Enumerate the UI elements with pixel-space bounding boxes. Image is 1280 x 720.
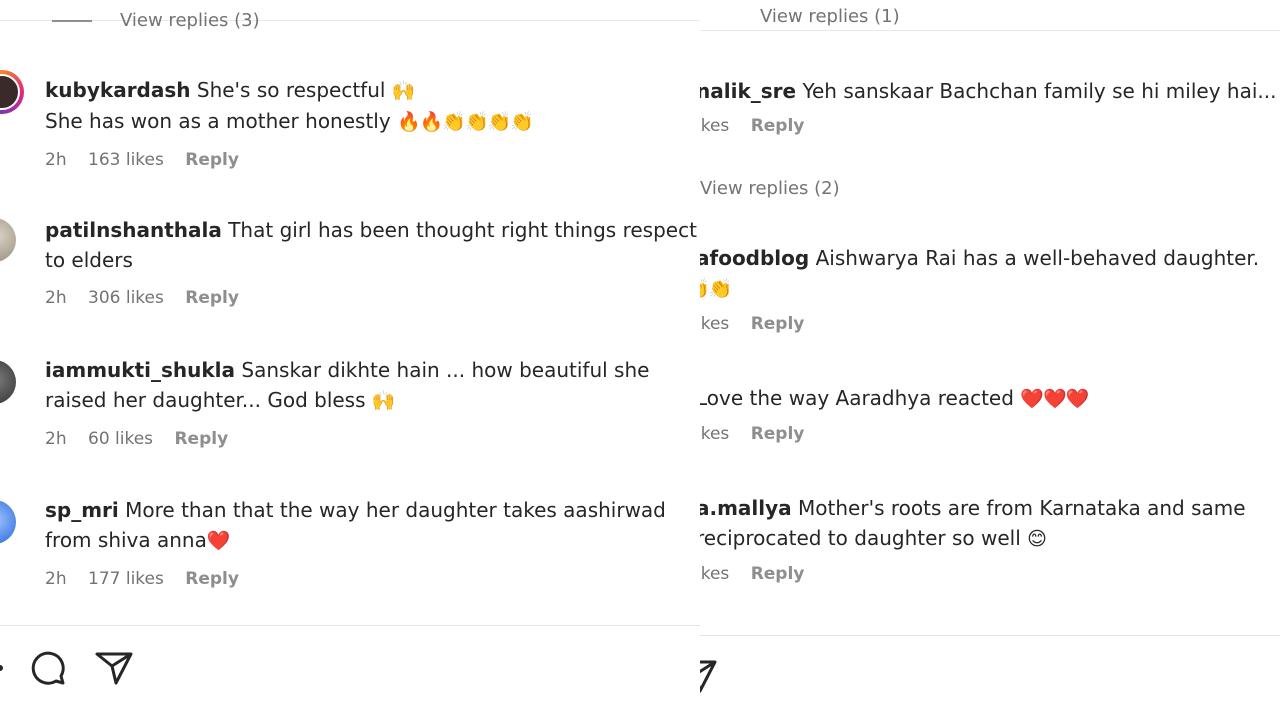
avatar[interactable] bbox=[0, 218, 16, 262]
comment-item: afoodblog Aishwarya Rai has a well-behav… bbox=[700, 243, 1259, 334]
reply-button[interactable]: Reply bbox=[174, 429, 228, 449]
comment-meta: ikes Reply bbox=[700, 564, 1246, 584]
comment-text: kubykardash She's so respectful 🙌 bbox=[45, 78, 415, 102]
comment-username[interactable]: kubykardash bbox=[45, 78, 191, 102]
reply-button[interactable]: Reply bbox=[751, 424, 805, 444]
view-replies-button[interactable]: View replies (1) bbox=[760, 6, 900, 27]
comment-username[interactable]: sp_mri bbox=[45, 498, 119, 522]
reply-button[interactable]: Reply bbox=[751, 564, 805, 584]
comment-meta: 2h 177 likes Reply bbox=[45, 569, 666, 589]
comment-likes[interactable]: ikes bbox=[700, 424, 729, 444]
reply-button[interactable]: Reply bbox=[185, 288, 239, 308]
avatar[interactable] bbox=[0, 500, 16, 544]
comment-likes[interactable]: 306 likes bbox=[88, 288, 164, 308]
top-divider bbox=[700, 30, 1280, 31]
comment-meta: ikes Reply bbox=[700, 314, 1259, 334]
comment-meta: 2h 163 likes Reply bbox=[45, 150, 533, 170]
replies-dash bbox=[52, 20, 92, 22]
comment-item: kubykardash She's so respectful 🙌 She ha… bbox=[45, 75, 534, 170]
comment-likes[interactable]: ikes bbox=[700, 314, 729, 334]
comment-likes[interactable]: 163 likes bbox=[88, 150, 164, 170]
comment-likes[interactable]: ikes bbox=[700, 564, 729, 584]
comment-meta: ikes Reply bbox=[700, 116, 1276, 136]
actions-divider bbox=[700, 635, 1280, 636]
comment-username[interactable]: patilnshanthala bbox=[45, 218, 222, 242]
comment-meta: ikes Reply bbox=[700, 424, 1088, 444]
dot-icon bbox=[0, 665, 3, 671]
reply-button[interactable]: Reply bbox=[751, 314, 805, 334]
comment-meta: 2h 60 likes Reply bbox=[45, 429, 649, 449]
avatar[interactable] bbox=[0, 70, 24, 114]
comment-username[interactable]: iammukti_shukla bbox=[45, 358, 235, 382]
reply-button[interactable]: Reply bbox=[185, 569, 239, 589]
actions-divider bbox=[0, 625, 700, 626]
comment-likes[interactable]: 60 likes bbox=[88, 429, 153, 449]
comment-item: iammukti_shukla Sanskar dikhte hain ... … bbox=[45, 358, 650, 449]
comment-item: a.mallya Mother's roots are from Karnata… bbox=[700, 493, 1246, 584]
reply-button[interactable]: Reply bbox=[185, 150, 239, 170]
comment-icon[interactable] bbox=[28, 648, 68, 688]
comment-time: 2h bbox=[45, 150, 67, 170]
view-replies-button[interactable]: View replies (2) bbox=[700, 178, 840, 199]
comment-item: Love the way Aaradhya reacted ❤️❤️❤️ ike… bbox=[700, 383, 1089, 444]
right-comments-panel: View replies (1) nalik_sre Yeh sanskaar … bbox=[700, 0, 1280, 720]
comment-time: 2h bbox=[45, 429, 67, 449]
comment-item: nalik_sre Yeh sanskaar Bachchan family s… bbox=[700, 76, 1276, 136]
avatar[interactable] bbox=[0, 360, 16, 404]
comment-likes[interactable]: ikes bbox=[700, 116, 729, 136]
comment-username[interactable]: nalik_sre bbox=[700, 79, 796, 103]
comment-time: 2h bbox=[45, 288, 67, 308]
comment-likes[interactable]: 177 likes bbox=[88, 569, 164, 589]
share-icon[interactable] bbox=[700, 658, 718, 694]
comment-item: patilnshanthala That girl has been thoug… bbox=[45, 218, 697, 308]
view-replies-button[interactable]: View replies (3) bbox=[52, 10, 260, 31]
left-comments-panel: View replies (3) kubykardash She's so re… bbox=[0, 0, 700, 720]
share-icon[interactable] bbox=[94, 650, 134, 686]
comment-meta: 2h 306 likes Reply bbox=[45, 288, 697, 308]
comment-item: sp_mri More than that the way her daught… bbox=[45, 498, 666, 589]
reply-button[interactable]: Reply bbox=[751, 116, 805, 136]
comment-username[interactable]: afoodblog bbox=[700, 246, 809, 270]
comment-time: 2h bbox=[45, 569, 67, 589]
comment-username[interactable]: a.mallya bbox=[700, 496, 792, 520]
